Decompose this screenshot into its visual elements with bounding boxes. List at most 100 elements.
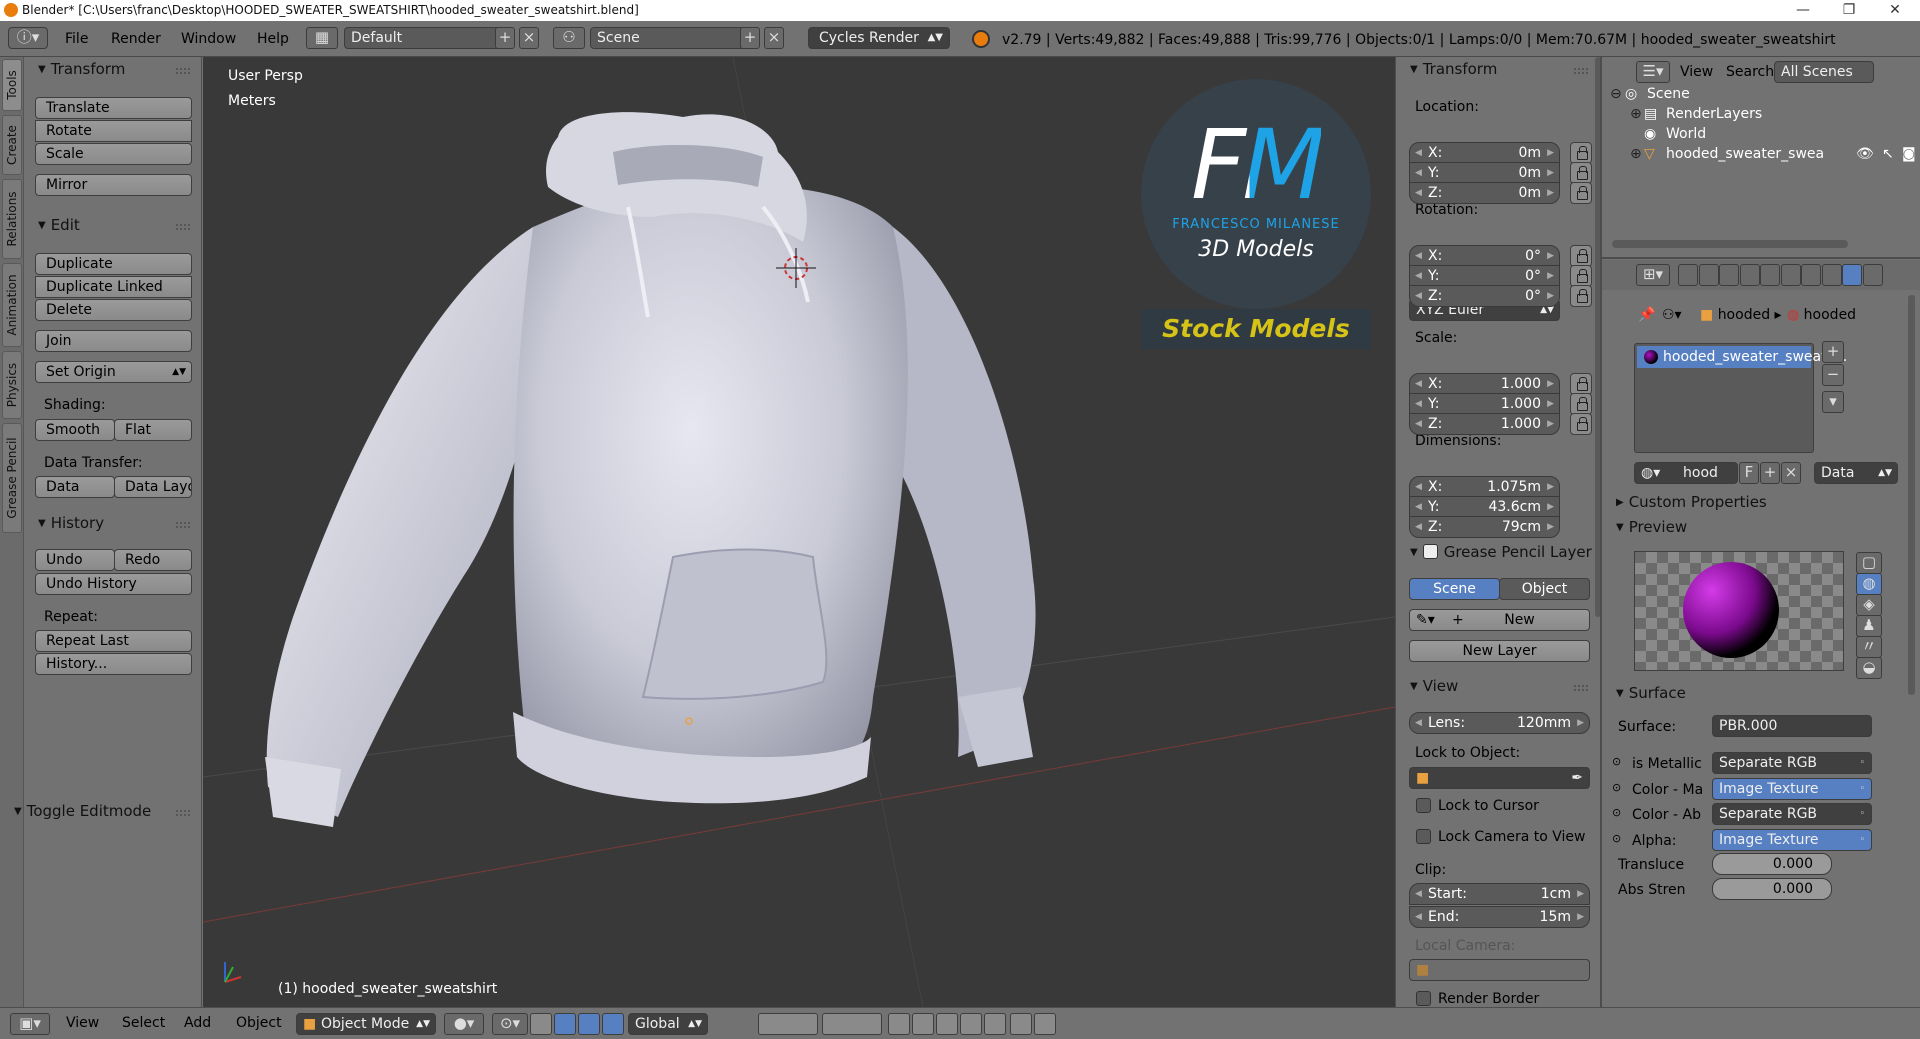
maximize-button[interactable]: ❐ (1826, 0, 1872, 21)
outliner-row-renderlayers[interactable]: ⊕ ▤ RenderLayers (1602, 106, 1920, 126)
scale-manipulator-icon[interactable] (602, 1013, 624, 1035)
render-border-checkbox[interactable] (1416, 991, 1431, 1006)
tab-create[interactable]: Create (2, 115, 22, 175)
dimensions-y-field[interactable]: ◀ Y: 43.6cm ▶ (1409, 496, 1560, 518)
new-material-icon[interactable]: + (1760, 462, 1780, 484)
scale-button[interactable]: Scale (35, 143, 192, 165)
custom-properties-header[interactable]: ▶ Custom Properties (1616, 493, 1767, 511)
pin-icon[interactable]: 📌 (1638, 307, 1655, 323)
surface-input-node-select[interactable]: Image Texture ◦ (1712, 828, 1872, 851)
outliner-hscrollbar[interactable] (1612, 240, 1848, 248)
menu-render[interactable]: Render (111, 31, 161, 47)
snap-element-icon[interactable] (960, 1013, 982, 1035)
history-panel-header[interactable]: ▼ History (38, 514, 104, 532)
material-browse-icon[interactable]: ◍▾ (1641, 463, 1660, 483)
lens-field[interactable]: ◀ Lens: 120mm ▶ (1409, 712, 1590, 734)
preview-sphere-icon[interactable]: ◍ (1856, 573, 1882, 595)
add-material-slot-icon[interactable]: + (1822, 341, 1844, 363)
properties-scrollbar[interactable] (1908, 295, 1915, 695)
scale-y-lock-icon[interactable] (1570, 393, 1592, 415)
scale-x-lock-icon[interactable] (1570, 373, 1592, 395)
scale-z-field[interactable]: ◀ Z: 1.000 ▶ (1409, 413, 1560, 435)
remove-scene-icon[interactable]: × (764, 27, 784, 49)
outliner-search-menu[interactable]: Search (1726, 64, 1774, 80)
preview-cube-icon[interactable]: ◈ (1856, 594, 1882, 616)
menu-add[interactable]: Add (184, 1015, 211, 1031)
snap-target-icon[interactable] (984, 1013, 1006, 1035)
close-window-button[interactable]: ✕ (1872, 0, 1918, 21)
lock-to-cursor-checkbox[interactable] (1416, 798, 1431, 813)
manipulator-toggle-icon[interactable] (530, 1013, 552, 1035)
grease-pencil-enable-checkbox[interactable] (1422, 544, 1438, 559)
render-engine-select[interactable]: Cycles Render ▲▼ (808, 27, 950, 49)
menu-select[interactable]: Select (122, 1015, 165, 1031)
remove-layout-icon[interactable]: × (519, 27, 539, 49)
screen-layout-icon[interactable]: ▦ (306, 27, 338, 49)
tab-grease-pencil[interactable]: Grease Pencil (2, 423, 22, 533)
tab-tools[interactable]: Tools (2, 59, 22, 111)
transform-orientation-select[interactable]: Global ▲▼ (628, 1013, 708, 1035)
rotation-z-lock-icon[interactable] (1570, 285, 1592, 307)
outliner-display-filter[interactable]: All Scenes (1774, 61, 1874, 83)
3d-viewport[interactable]: User Persp Meters (1) hooded_sweater_swe… (203, 57, 1395, 1007)
visibility-eye-icon[interactable]: 👁 (1856, 146, 1874, 162)
data-layout-button[interactable]: Data Layo (114, 476, 192, 498)
preview-flat-icon[interactable]: ▢ (1856, 552, 1882, 574)
join-button[interactable]: Join (35, 330, 192, 352)
opengl-render-anim-icon[interactable] (1034, 1013, 1056, 1035)
properties-tab-world-icon[interactable] (1739, 264, 1760, 286)
redo-button[interactable]: Redo (114, 549, 192, 571)
transform-panel-header[interactable]: ▼ Transform (38, 60, 125, 78)
surface-input-node-select[interactable]: Image Texture ◦ (1712, 777, 1872, 800)
add-layout-icon[interactable]: + (495, 27, 515, 49)
gp-new-layer-button[interactable]: New Layer (1409, 640, 1590, 662)
properties-tab-object-icon[interactable] (1760, 264, 1780, 286)
layer-lock-icon[interactable] (888, 1013, 910, 1035)
remove-material-slot-icon[interactable]: − (1822, 364, 1844, 386)
properties-tab-material-icon[interactable] (1842, 264, 1862, 286)
n-transform-header[interactable]: ▼ Transform (1410, 60, 1497, 78)
material-slot-item[interactable]: hooded_sweater_sweats... (1637, 346, 1847, 368)
location-z-field[interactable]: ◀ Z: 0m ▶ (1409, 182, 1560, 204)
material-datablock-field[interactable]: ◍▾ hood (1634, 462, 1738, 484)
rotate-button[interactable]: Rotate (35, 120, 192, 142)
outliner-row-scene[interactable]: ⊖ ◎ Scene (1602, 86, 1920, 106)
duplicate-button[interactable]: Duplicate (35, 253, 192, 275)
smooth-button[interactable]: Smooth (35, 419, 115, 441)
rotation-x-field[interactable]: ◀ X: 0° ▶ (1409, 245, 1560, 267)
selectability-arrow-icon[interactable]: ↖ (1882, 146, 1894, 162)
panel-grip-icon[interactable] (176, 810, 190, 816)
data-transfer-button[interactable]: Data (35, 476, 115, 498)
undo-button[interactable]: Undo (35, 549, 115, 571)
surface-input-node-select[interactable]: Separate RGB ◦ (1712, 752, 1872, 774)
history-button[interactable]: History... (35, 653, 192, 675)
location-y-field[interactable]: ◀ Y: 0m ▶ (1409, 162, 1560, 184)
properties-tab-constraints-icon[interactable] (1780, 264, 1801, 286)
translucency-field[interactable]: 0.000 (1712, 853, 1832, 875)
outliner-editor-type-icon[interactable]: ☰▾ (1636, 61, 1670, 83)
scale-z-lock-icon[interactable] (1570, 413, 1592, 435)
eyedropper-icon[interactable]: ✒ (1571, 768, 1583, 788)
rotation-z-field[interactable]: ◀ Z: 0° ▶ (1409, 285, 1560, 307)
interaction-mode-select[interactable]: ■ Object Mode ▲▼ (296, 1013, 436, 1035)
properties-editor-type-icon[interactable]: ⊞▾ (1636, 264, 1670, 286)
toggle-editmode-header[interactable]: ▼ Toggle Editmode (14, 802, 151, 820)
view3d-editor-type-icon[interactable]: ▣▾ (10, 1013, 50, 1035)
properties-tab-texture-icon[interactable] (1862, 264, 1883, 286)
material-link-select[interactable]: Data ▲▼ (1814, 462, 1898, 484)
lock-camera-checkbox[interactable] (1416, 829, 1431, 844)
properties-tab-scene-icon[interactable] (1719, 264, 1739, 286)
preview-header[interactable]: ▼ Preview (1616, 518, 1687, 536)
snap-toggle-icon[interactable] (936, 1013, 958, 1035)
dimensions-x-field[interactable]: ◀ X: 1.075m ▶ (1409, 476, 1560, 498)
n-view-header[interactable]: ▼ View (1410, 677, 1458, 695)
tab-animation[interactable]: Animation (2, 263, 22, 347)
surface-panel-header[interactable]: ▼ Surface (1616, 684, 1686, 702)
opengl-render-icon[interactable] (1010, 1013, 1032, 1035)
rotation-y-lock-icon[interactable] (1570, 265, 1592, 287)
menu-window[interactable]: Window (181, 31, 236, 47)
layers-grid-a-icon[interactable] (758, 1013, 818, 1035)
rotation-x-lock-icon[interactable] (1570, 245, 1592, 267)
viewport-shading-icon[interactable]: ●▾ (444, 1013, 484, 1035)
translate-manipulator-icon[interactable] (554, 1013, 576, 1035)
